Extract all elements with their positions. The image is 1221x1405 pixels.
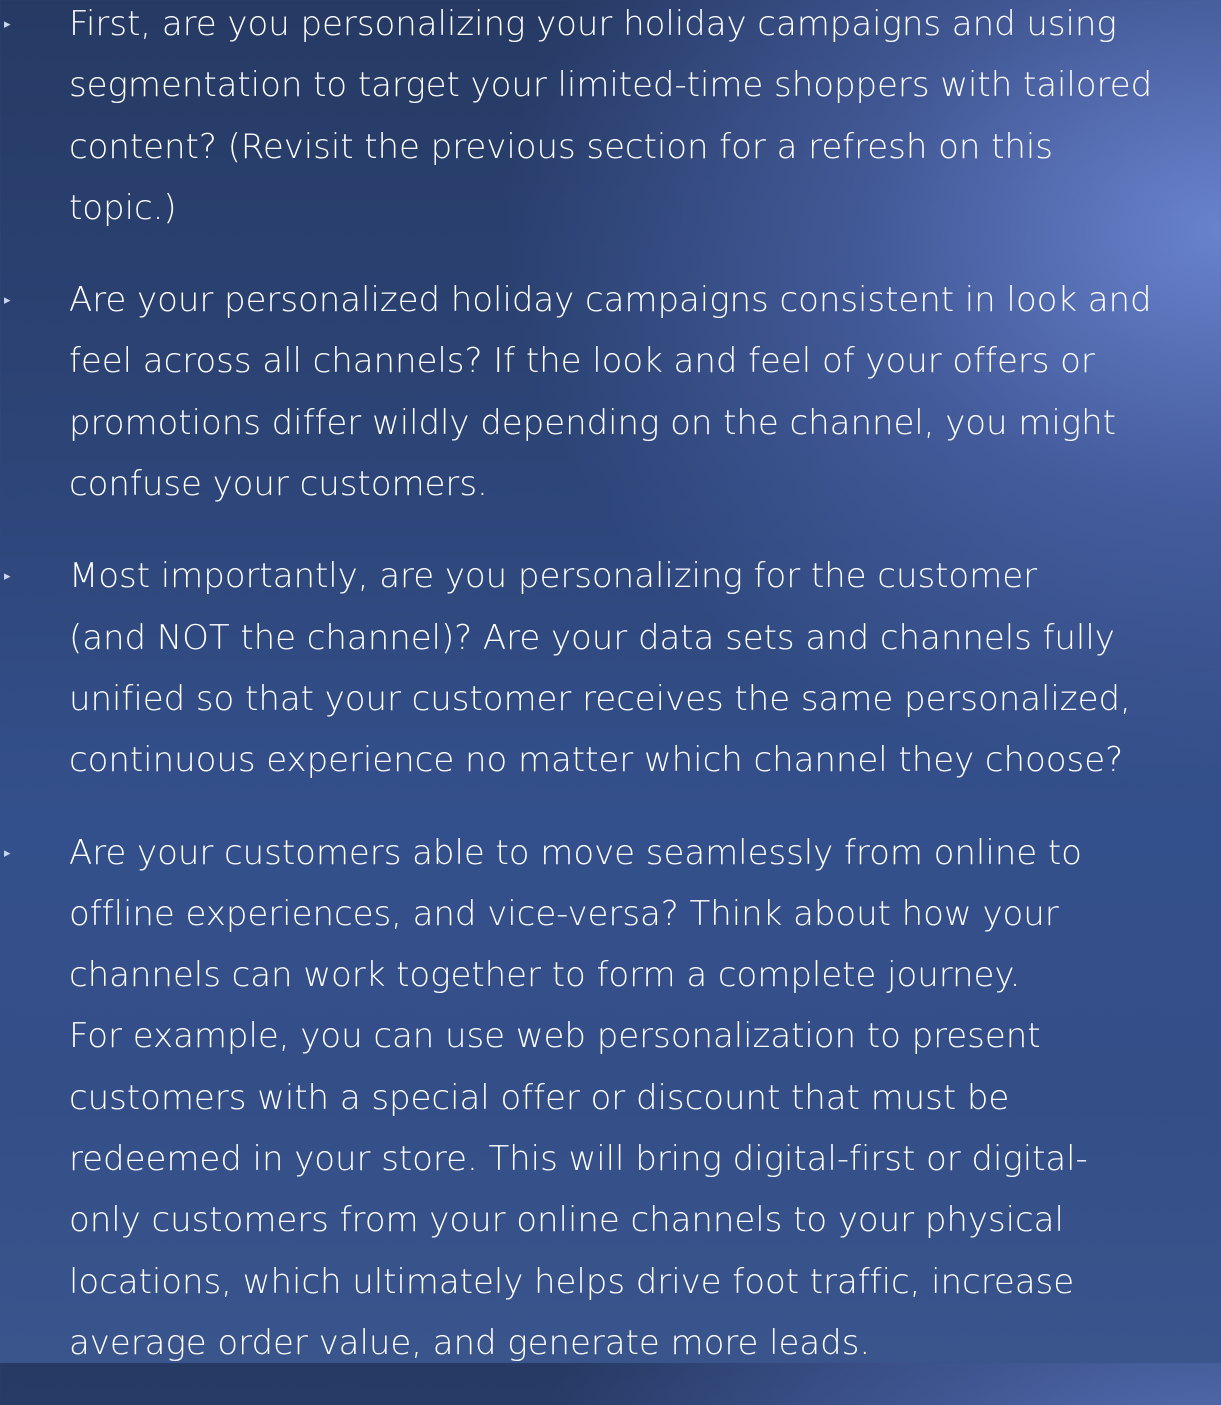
- text-line: topic.): [69, 187, 177, 228]
- text-line: continuous experience no matter which ch…: [69, 740, 1124, 781]
- text-line: channels can work together to form a com…: [69, 955, 1021, 996]
- bullet-text: First, are you personalizing your holida…: [69, 0, 1221, 239]
- text-line: redeemed in your store. This will bring …: [69, 1139, 1088, 1180]
- text-line: locations, which ultimately helps drive …: [69, 1261, 1075, 1302]
- bullet-item: ▸ Are your customers able to move seamle…: [0, 823, 1221, 1375]
- bullet-text: Most importantly, are you personalizing …: [69, 546, 1221, 791]
- bullet-text: Are your personalized holiday campaigns …: [69, 270, 1221, 515]
- text-line: Most importantly, are you personalizing …: [69, 556, 1038, 597]
- text-line: First, are you personalizing your holida…: [69, 4, 1117, 44]
- bullet-item: ▸ Are your personalized holiday campaign…: [0, 270, 1221, 515]
- text-line: For example, you can use web personaliza…: [69, 1016, 1041, 1057]
- text-line: promotions differ wildly depending on th…: [69, 402, 1116, 443]
- text-line: unified so that your customer receives t…: [69, 678, 1131, 719]
- text-line: customers with a special offer or discou…: [69, 1077, 1010, 1118]
- text-line: confuse your customers.: [69, 464, 488, 505]
- text-line: content? (Revisit the previous section f…: [69, 126, 1053, 167]
- bullet-triangle-icon: ▸: [4, 569, 11, 585]
- text-line: Are your personalized holiday campaigns …: [69, 280, 1152, 321]
- page: { "bullet_marker_glyph": "▸", "colors": …: [0, 0, 1221, 1363]
- bullet-list: ▸ First, are you personalizing your holi…: [0, 0, 1221, 1405]
- text-line: (and NOT the channel)? Are your data set…: [69, 617, 1115, 658]
- text-line: offline experiences, and vice-versa? Thi…: [69, 893, 1059, 934]
- bullet-text: Are your customers able to move seamless…: [69, 823, 1221, 1375]
- bullet-triangle-icon: ▸: [4, 17, 11, 32]
- bullet-triangle-icon: ▸: [4, 293, 11, 309]
- bullet-item: ▸ First, are you personalizing your holi…: [0, 0, 1221, 239]
- text-line: Are your customers able to move seamless…: [69, 832, 1082, 873]
- text-line: average order value, and generate more l…: [69, 1322, 871, 1363]
- text-line: feel across all channels? If the look an…: [69, 341, 1095, 382]
- bullet-triangle-icon: ▸: [4, 845, 11, 861]
- text-line: segmentation to target your limited-time…: [69, 65, 1153, 106]
- bullet-item: ▸ Most importantly, are you personalizin…: [0, 546, 1221, 791]
- text-line: only customers from your online channels…: [69, 1200, 1064, 1241]
